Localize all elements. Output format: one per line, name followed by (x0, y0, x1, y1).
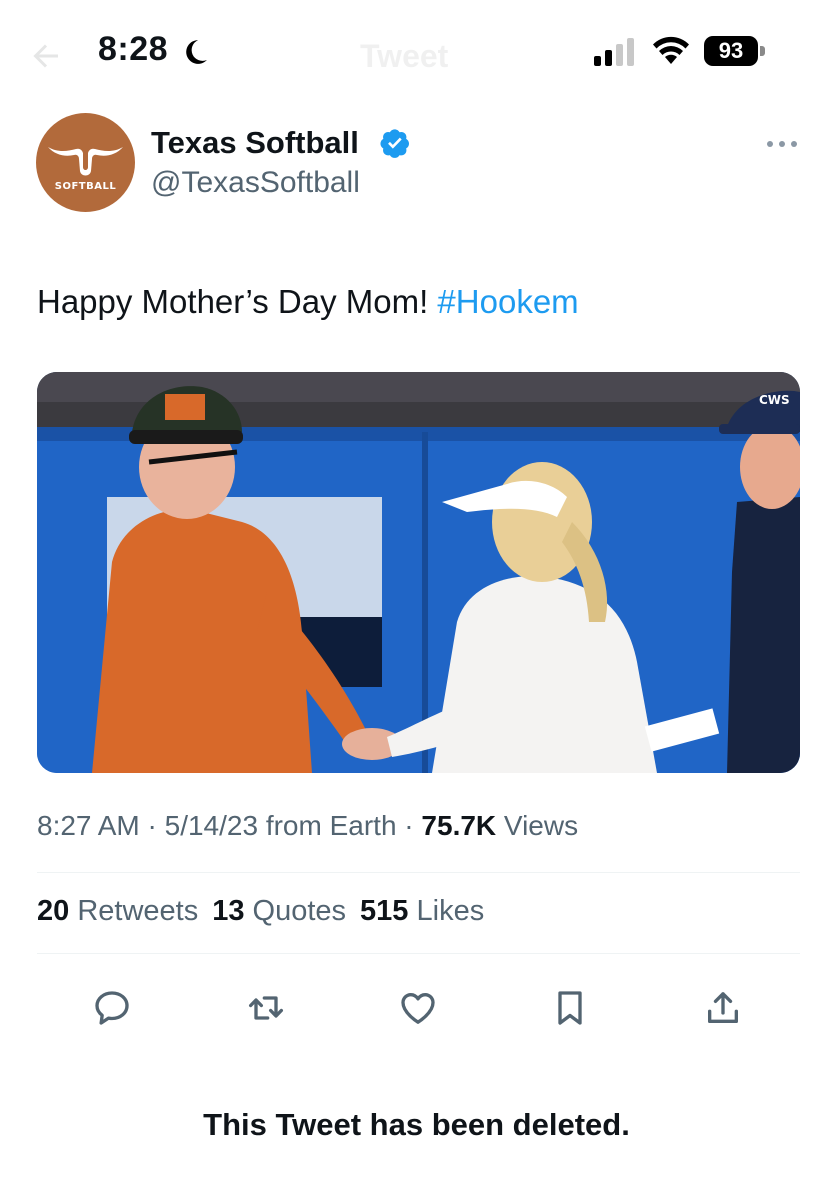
tweet-photo[interactable]: CWS (37, 372, 800, 773)
tweet-body: Happy Mother’s Day Mom! (37, 283, 429, 320)
reply-icon (95, 991, 129, 1025)
retweet-icon (249, 996, 283, 1020)
author-display-name[interactable]: Texas Softball (151, 125, 359, 161)
retweets-stat[interactable]: 20 Retweets (37, 895, 198, 927)
meta-separator: · (396, 810, 422, 841)
bookmark-icon (558, 991, 582, 1025)
share-button[interactable] (703, 988, 743, 1028)
cellular-signal-icon (594, 38, 634, 66)
status-time: 8:28 (98, 30, 169, 68)
tweet-stats: 20 Retweets 13 Quotes 515 Likes (37, 895, 484, 928)
deleted-tweet-notice: This Tweet has been deleted. (203, 1107, 630, 1142)
quotes-label: Quotes (244, 895, 347, 927)
tweet-time: 8:27 AM (37, 810, 140, 841)
share-icon (708, 992, 738, 1023)
header-title: Tweet (360, 38, 449, 74)
photo-illustration: CWS (37, 372, 800, 773)
more-options-icon[interactable] (766, 140, 798, 148)
back-arrow-icon[interactable] (28, 38, 64, 74)
battery-level: 93 (704, 36, 758, 66)
battery-tip (760, 46, 765, 56)
moon-icon (186, 40, 207, 64)
avatar-label: SOFTBALL (54, 181, 117, 192)
retweets-label: Retweets (69, 895, 199, 927)
tweet-meta: 8:27 AM · 5/14/23 from Earth · 75.7K Vie… (37, 810, 578, 842)
like-icon (401, 993, 435, 1024)
wifi-icon (653, 36, 689, 64)
divider (37, 953, 800, 954)
likes-stat[interactable]: 515 Likes (360, 895, 484, 927)
retweets-count: 20 (37, 895, 70, 927)
retweet-button[interactable] (246, 988, 286, 1028)
status-bar: Tweet 8:28 93 (0, 0, 833, 105)
avatar[interactable]: SOFTBALL (36, 113, 135, 212)
meta-separator: · (139, 810, 165, 841)
hashtag-link[interactable]: #Hookem (437, 283, 578, 320)
longhorn-logo-icon (48, 147, 123, 176)
likes-count: 515 (360, 895, 409, 927)
quotes-stat[interactable]: 13 Quotes (212, 895, 346, 927)
divider (37, 872, 800, 873)
like-button[interactable] (398, 988, 438, 1028)
likes-label: Likes (408, 895, 485, 927)
bookmark-button[interactable] (550, 988, 590, 1028)
views-count: 75.7K (421, 810, 497, 841)
reply-button[interactable] (92, 988, 132, 1028)
author-handle[interactable]: @TexasSoftball (151, 166, 360, 200)
tweet-text: Happy Mother’s Day Mom! #Hookem (37, 283, 579, 321)
battery-indicator: 93 (704, 36, 766, 66)
quotes-count: 13 (212, 895, 245, 927)
tweet-source: from Earth (258, 810, 397, 841)
views-label: Views (496, 810, 579, 841)
verified-badge-icon (380, 129, 409, 158)
cap-logo-text: CWS (759, 393, 790, 407)
tweet-date: 5/14/23 (164, 810, 259, 841)
